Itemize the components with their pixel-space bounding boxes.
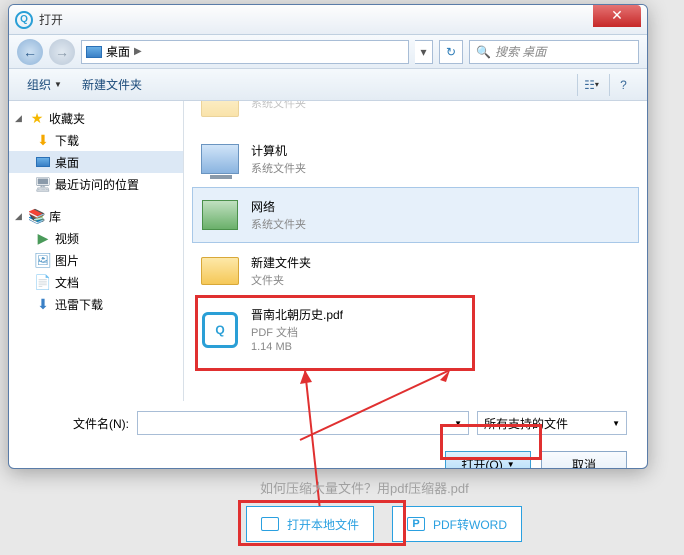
tree-libraries[interactable]: ◢📚库 [9, 205, 183, 227]
back-button[interactable]: ← [17, 39, 43, 65]
breadcrumb[interactable]: 桌面 ▶ [81, 40, 409, 64]
dialog-footer: 文件名(N): ▼ 所有支持的文件▼ 打开(O)▼ 取消 [9, 401, 647, 469]
list-item-folder[interactable]: 新建文件夹文件夹 [192, 243, 639, 299]
app-icon: Q [15, 11, 33, 29]
list-item[interactable]: 系统文件夹 [192, 101, 639, 131]
tree-videos[interactable]: ▶视频 [9, 227, 183, 249]
bottom-buttons: 打开本地文件 PDF转WORD [246, 506, 522, 542]
computer-icon [199, 138, 241, 180]
folder-icon [199, 250, 241, 292]
list-item-computer[interactable]: 计算机系统文件夹 [192, 131, 639, 187]
tree-xunlei[interactable]: ⬇迅雷下载 [9, 293, 183, 315]
pdf-icon [407, 517, 425, 531]
search-placeholder: 搜索 桌面 [495, 43, 546, 60]
list-item-pdf[interactable]: Q 晋南北朝历史.pdfPDF 文档1.14 MB [192, 299, 639, 360]
search-icon: 🔍 [476, 45, 491, 59]
filename-label: 文件名(N): [29, 415, 129, 432]
tree-downloads[interactable]: ⬇下载 [9, 129, 183, 151]
view-button[interactable]: ☷▾ [577, 74, 605, 96]
open-button[interactable]: 打开(O)▼ [445, 451, 531, 469]
breadcrumb-location: 桌面 [106, 43, 130, 60]
open-file-dialog: Q 打开 ✕ ← → 桌面 ▶ ▾ ↻ 🔍 搜索 桌面 组织▼ 新建文件夹 ☷▾… [8, 4, 648, 469]
list-item-network[interactable]: 网络系统文件夹 [192, 187, 639, 243]
dialog-title: 打开 [39, 11, 593, 28]
tree-favorites[interactable]: ◢★收藏夹 [9, 107, 183, 129]
background-text: 如何压缩大量文件？用pdf压缩器.pdf [260, 478, 469, 497]
file-list: 系统文件夹 计算机系统文件夹 网络系统文件夹 新建文件夹文件夹 Q 晋南北朝历史… [184, 101, 647, 401]
tree-desktop[interactable]: 桌面 [9, 151, 183, 173]
chevron-right-icon: ▶ [134, 46, 142, 57]
open-local-file-button[interactable]: 打开本地文件 [246, 506, 374, 542]
folder-icon [261, 517, 279, 531]
titlebar: Q 打开 ✕ [9, 5, 647, 35]
organize-button[interactable]: 组织▼ [19, 73, 70, 96]
chevron-down-icon: ▼ [54, 80, 62, 89]
desktop-icon [86, 46, 102, 58]
refresh-button[interactable]: ↻ [439, 40, 463, 64]
filter-dropdown[interactable]: 所有支持的文件▼ [477, 411, 627, 435]
new-folder-button[interactable]: 新建文件夹 [74, 73, 150, 96]
pdf-to-word-button[interactable]: PDF转WORD [392, 506, 522, 542]
help-button[interactable]: ? [609, 74, 637, 96]
tree-recent[interactable]: 🖥最近访问的位置 [9, 173, 183, 195]
toolbar: 组织▼ 新建文件夹 ☷▾ ? [9, 69, 647, 101]
nav-row: ← → 桌面 ▶ ▾ ↻ 🔍 搜索 桌面 [9, 35, 647, 69]
breadcrumb-dropdown[interactable]: ▾ [415, 40, 433, 64]
tree-documents[interactable]: 📄文档 [9, 271, 183, 293]
cancel-button[interactable]: 取消 [541, 451, 627, 469]
tree-pictures[interactable]: 🖼图片 [9, 249, 183, 271]
search-input[interactable]: 🔍 搜索 桌面 [469, 40, 639, 64]
network-icon [199, 194, 241, 236]
folder-tree: ◢★收藏夹 ⬇下载 桌面 🖥最近访问的位置 ◢📚库 ▶视频 🖼图片 📄文档 ⬇迅… [9, 101, 184, 401]
filename-input[interactable]: ▼ [137, 411, 469, 435]
close-button[interactable]: ✕ [593, 5, 641, 27]
forward-button[interactable]: → [49, 39, 75, 65]
pdf-icon: Q [199, 309, 241, 351]
